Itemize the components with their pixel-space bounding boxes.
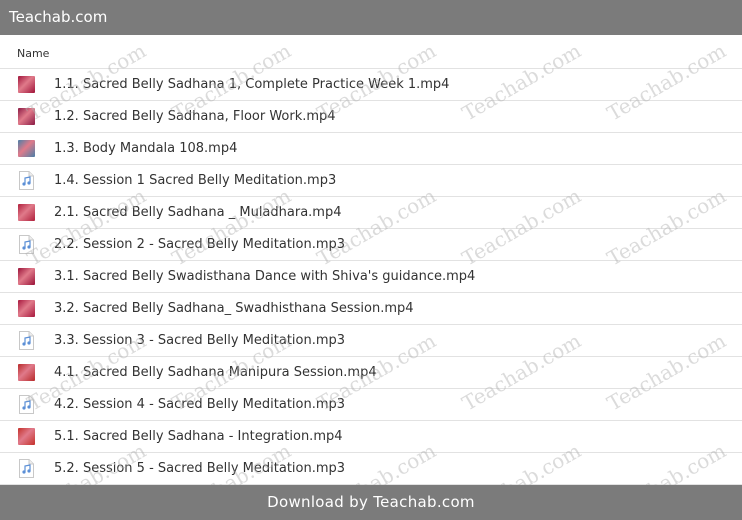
- file-row[interactable]: 5.2. Session 5 - Sacred Belly Meditation…: [0, 453, 742, 485]
- file-row[interactable]: 2.2. Session 2 - Sacred Belly Meditation…: [0, 229, 742, 261]
- audio-file-icon: [18, 171, 35, 190]
- video-thumbnail-icon: [18, 76, 35, 93]
- file-row[interactable]: 1.3. Body Mandala 108.mp4: [0, 133, 742, 165]
- file-rows: 1.1. Sacred Belly Sadhana 1, Complete Pr…: [0, 69, 742, 485]
- audio-file-icon: [18, 395, 35, 414]
- file-row[interactable]: 3.3. Session 3 - Sacred Belly Meditation…: [0, 325, 742, 357]
- file-name[interactable]: 1.2. Sacred Belly Sadhana, Floor Work.mp…: [54, 109, 336, 124]
- file-row[interactable]: 3.1. Sacred Belly Swadisthana Dance with…: [0, 261, 742, 293]
- video-thumbnail-icon: [18, 428, 35, 445]
- file-row[interactable]: 1.2. Sacred Belly Sadhana, Floor Work.mp…: [0, 101, 742, 133]
- file-name[interactable]: 1.3. Body Mandala 108.mp4: [54, 141, 237, 156]
- file-row[interactable]: 1.4. Session 1 Sacred Belly Meditation.m…: [0, 165, 742, 197]
- video-thumbnail-icon: [18, 364, 35, 381]
- audio-file-icon: [18, 459, 35, 478]
- file-name[interactable]: 3.1. Sacred Belly Swadisthana Dance with…: [54, 269, 475, 284]
- file-row[interactable]: 4.1. Sacred Belly Sadhana Manipura Sessi…: [0, 357, 742, 389]
- video-thumbnail-icon: [18, 204, 35, 221]
- file-row[interactable]: 2.1. Sacred Belly Sadhana _ Muladhara.mp…: [0, 197, 742, 229]
- file-name[interactable]: 1.1. Sacred Belly Sadhana 1, Complete Pr…: [54, 77, 449, 92]
- file-row[interactable]: 4.2. Session 4 - Sacred Belly Meditation…: [0, 389, 742, 421]
- column-header-name[interactable]: Name: [0, 35, 742, 69]
- video-thumbnail-icon: [18, 108, 35, 125]
- file-row[interactable]: 3.2. Sacred Belly Sadhana_ Swadhisthana …: [0, 293, 742, 325]
- audio-file-icon: [18, 331, 35, 350]
- file-name[interactable]: 5.2. Session 5 - Sacred Belly Meditation…: [54, 461, 345, 476]
- file-name[interactable]: 2.2. Session 2 - Sacred Belly Meditation…: [54, 237, 345, 252]
- file-name[interactable]: 2.1. Sacred Belly Sadhana _ Muladhara.mp…: [54, 205, 341, 220]
- audio-file-icon: [18, 235, 35, 254]
- file-name[interactable]: 4.2. Session 4 - Sacred Belly Meditation…: [54, 397, 345, 412]
- video-thumbnail-icon: [18, 300, 35, 317]
- top-bar: Teachab.com: [0, 0, 742, 35]
- download-bar[interactable]: Download by Teachab.com: [0, 485, 742, 520]
- site-title: Teachab.com: [9, 8, 108, 26]
- file-name[interactable]: 3.3. Session 3 - Sacred Belly Meditation…: [54, 333, 345, 348]
- file-row[interactable]: 5.1. Sacred Belly Sadhana - Integration.…: [0, 421, 742, 453]
- video-thumbnail-icon: [18, 140, 35, 157]
- file-name[interactable]: 4.1. Sacred Belly Sadhana Manipura Sessi…: [54, 365, 377, 380]
- download-label[interactable]: Download by Teachab.com: [267, 493, 475, 511]
- file-name[interactable]: 1.4. Session 1 Sacred Belly Meditation.m…: [54, 173, 336, 188]
- file-row[interactable]: 1.1. Sacred Belly Sadhana 1, Complete Pr…: [0, 69, 742, 101]
- video-thumbnail-icon: [18, 268, 35, 285]
- file-name[interactable]: 5.1. Sacred Belly Sadhana - Integration.…: [54, 429, 343, 444]
- file-list: Name 1.1. Sacred Belly Sadhana 1, Comple…: [0, 35, 742, 485]
- file-name[interactable]: 3.2. Sacred Belly Sadhana_ Swadhisthana …: [54, 301, 414, 316]
